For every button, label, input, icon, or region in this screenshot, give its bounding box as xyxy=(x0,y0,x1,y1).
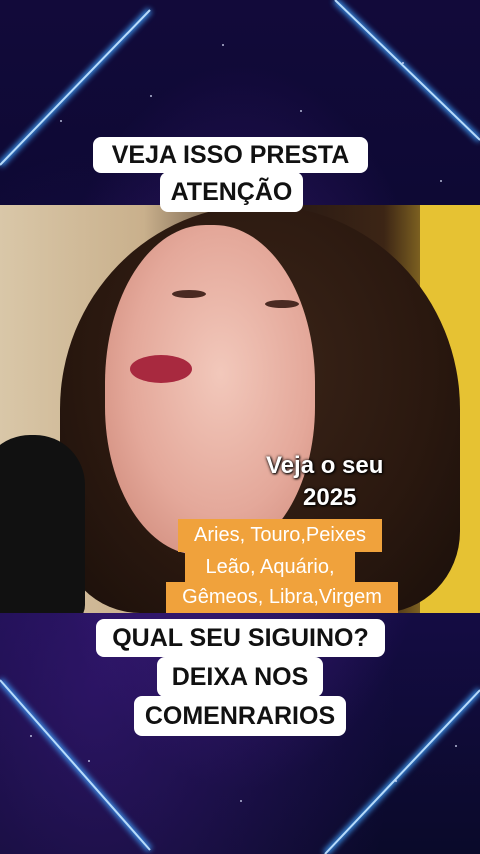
caption-bottom-line2: DEIXA NOS xyxy=(157,657,323,697)
microphone xyxy=(0,435,85,613)
signs-line1: Aries, Touro,Peixes xyxy=(178,519,382,552)
eye-right xyxy=(265,300,299,308)
signs-line3: Gêmeos, Libra,Virgem xyxy=(166,582,398,613)
lips xyxy=(130,355,192,383)
eye-left xyxy=(172,290,206,298)
overlay-line1: Veja o seu xyxy=(266,452,384,479)
caption-top-line2: ATENÇÃO xyxy=(160,172,303,212)
caption-bottom-line3: COMENRARIOS xyxy=(134,696,346,736)
caption-bottom-line1: QUAL SEU SIGUINO? xyxy=(96,619,385,657)
signs-line2: Leão, Aquário, xyxy=(185,551,355,584)
caption-top-line1: VEJA ISSO PRESTA xyxy=(93,137,368,173)
overlay-year: 2025 xyxy=(303,484,357,511)
face xyxy=(105,225,315,555)
